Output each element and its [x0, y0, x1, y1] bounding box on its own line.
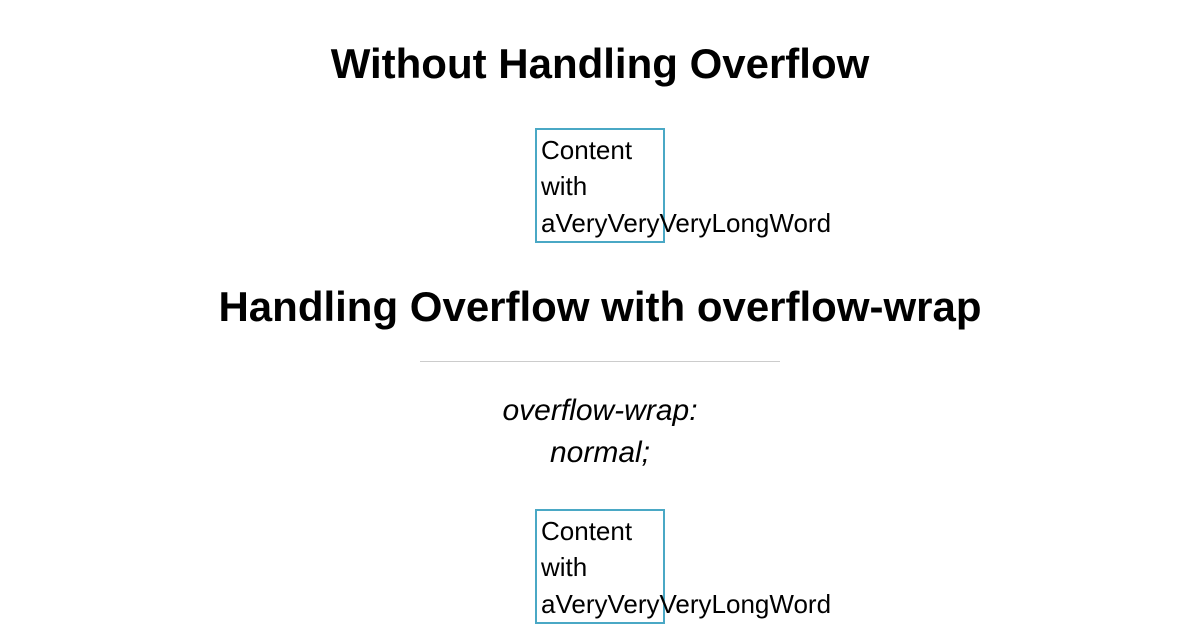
box-text-line: with — [541, 168, 659, 204]
box-long-word: aVeryVeryVeryLongWord — [541, 205, 831, 241]
heading-with-overflow-wrap: Handling Overflow with overflow-wrap — [0, 283, 1200, 331]
heading-without-overflow: Without Handling Overflow — [0, 40, 1200, 88]
subtitle-line: normal; — [0, 432, 1200, 474]
example-box-1: Content with aVeryVeryVeryLongWord — [535, 128, 665, 243]
subtitle-line: overflow-wrap: — [0, 390, 1200, 432]
divider — [420, 361, 780, 362]
example-box-2: Content with aVeryVeryVeryLongWord — [535, 509, 665, 624]
css-property-label: overflow-wrap: normal; — [0, 390, 1200, 474]
box-text-line: Content — [541, 513, 659, 549]
box-text-line: with — [541, 549, 659, 585]
box-long-word: aVeryVeryVeryLongWord — [541, 586, 831, 622]
box-text-line: Content — [541, 132, 659, 168]
